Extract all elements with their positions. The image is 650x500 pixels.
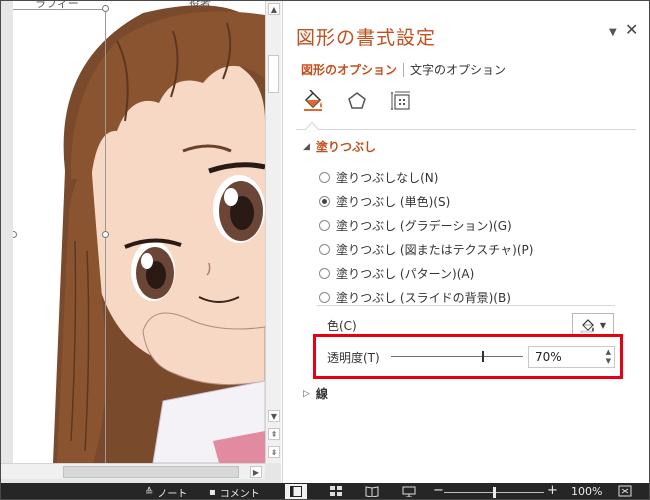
zoom-level[interactable]: 100% [571,485,602,498]
resize-handle[interactable] [102,231,109,238]
radio-button[interactable] [319,195,330,207]
radio-button[interactable] [319,243,330,255]
horizontal-scrollbar[interactable]: ▶ [1,463,265,479]
scroll-up-icon[interactable]: ▲ [268,3,280,15]
scroll-right-icon[interactable]: ▶ [250,466,262,478]
radio-button[interactable] [319,219,330,231]
normal-view-icon [290,486,302,497]
tab-divider [403,62,405,77]
normal-view-button[interactable] [285,484,307,499]
fill-options-group: 塗りつぶしなし(N) 塗りつぶし (単色)(S) 塗りつぶし (グラデーション)(G… [319,165,533,309]
expanded-triangle-icon: ◢ [303,141,310,152]
fill-option-label: 塗りつぶし (グラデーション)(G) [336,218,512,233]
tab-shape-options[interactable]: 図形のオプション [301,61,397,78]
slide-canvas[interactable]: ラフィー 役者 [13,1,265,463]
slideshow-button[interactable] [398,484,420,499]
notes-label: ノート [157,489,188,500]
pane-divider [296,129,636,130]
slide-sorter-icon [330,486,342,496]
fill-option-label: 塗りつぶし (図またはテクスチャ)(P) [336,242,534,257]
fill-option-label: 塗りつぶし (単色)(S) [336,194,451,209]
fill-separator [317,305,615,306]
comments-label: コメント [219,489,260,500]
fill-option-2[interactable]: 塗りつぶし (グラデーション)(G) [319,213,533,237]
next-slide-icon[interactable]: ⇟ [268,446,280,458]
red-highlight-annotation [313,334,623,379]
notes-icon: ≙ [145,487,154,498]
vertical-scrollbar[interactable]: ▲ ▼ ⇞ ⇟ [265,1,281,463]
category-icons [301,89,413,113]
zoom-out-icon[interactable]: − [433,483,444,498]
format-shape-pane: 図形の書式設定 ▼ ✕ 図形のオプション 文字のオプション ◢ 塗りつぶし 塗り… [282,1,649,483]
fill-line-icon[interactable] [301,89,325,113]
slide-sorter-button[interactable] [325,484,347,499]
zoom-in-icon[interactable]: + [547,483,558,498]
pane-tabs: 図形のオプション 文字のオプション [301,61,506,78]
zoom-slider[interactable] [444,487,544,498]
pane-title: 図形の書式設定 [296,27,437,49]
radio-button[interactable] [319,171,330,183]
scroll-down-icon[interactable]: ▼ [268,410,280,422]
chevron-down-icon: ▼ [599,320,607,330]
fill-option-label: 塗りつぶし (パターン)(A) [336,266,475,281]
fill-option-4[interactable]: 塗りつぶし (パターン)(A) [319,261,533,285]
effects-pentagon-icon[interactable] [345,89,369,113]
slideshow-icon [402,486,416,497]
close-icon[interactable]: ✕ [625,20,638,39]
active-category-indicator [304,121,320,137]
chevron-down-icon[interactable]: ▼ [609,27,617,38]
slide-editing-area: ラフィー 役者 [1,1,281,483]
size-properties-icon[interactable] [389,89,413,113]
fit-to-window-icon[interactable] [618,485,632,497]
comment-icon: ▪ [209,487,216,498]
fill-section-header[interactable]: ◢ 塗りつぶし [303,138,376,155]
line-section-label: 線 [315,387,328,401]
line-section-header[interactable]: ▷ 線 [303,385,328,402]
shape-selection-frame [13,9,106,463]
tab-text-options[interactable]: 文字のオプション [410,61,506,78]
collapsed-triangle-icon: ▷ [303,388,310,399]
reading-view-icon [365,486,379,497]
powerpoint-window: ラフィー 役者 [0,0,650,500]
reading-view-button[interactable] [361,484,383,499]
comments-button[interactable]: ▪ コメント [209,485,260,500]
fill-option-3[interactable]: 塗りつぶし (図またはテクスチャ)(P) [319,237,533,261]
fill-option-label: 塗りつぶし (スライドの背景)(B) [336,290,511,305]
paint-bucket-icon [580,319,594,333]
vertical-scroll-thumb[interactable] [268,55,279,93]
fill-section-label: 塗りつぶし [315,140,377,154]
status-bar: ≙ ノート ▪ コメント − + 100% [1,483,649,500]
radio-button[interactable] [319,267,330,279]
resize-handle[interactable] [102,5,109,12]
horizontal-scroll-thumb[interactable] [63,466,239,478]
previous-slide-icon[interactable]: ⇞ [268,428,280,440]
zoom-slider-thumb[interactable] [493,487,496,498]
color-label: 色(C) [327,319,357,333]
notes-button[interactable]: ≙ ノート [145,485,188,500]
radio-button[interactable] [319,291,330,303]
fill-option-0[interactable]: 塗りつぶしなし(N) [319,165,533,189]
fill-option-label: 塗りつぶしなし(N) [336,170,439,185]
fill-option-1[interactable]: 塗りつぶし (単色)(S) [319,189,533,213]
